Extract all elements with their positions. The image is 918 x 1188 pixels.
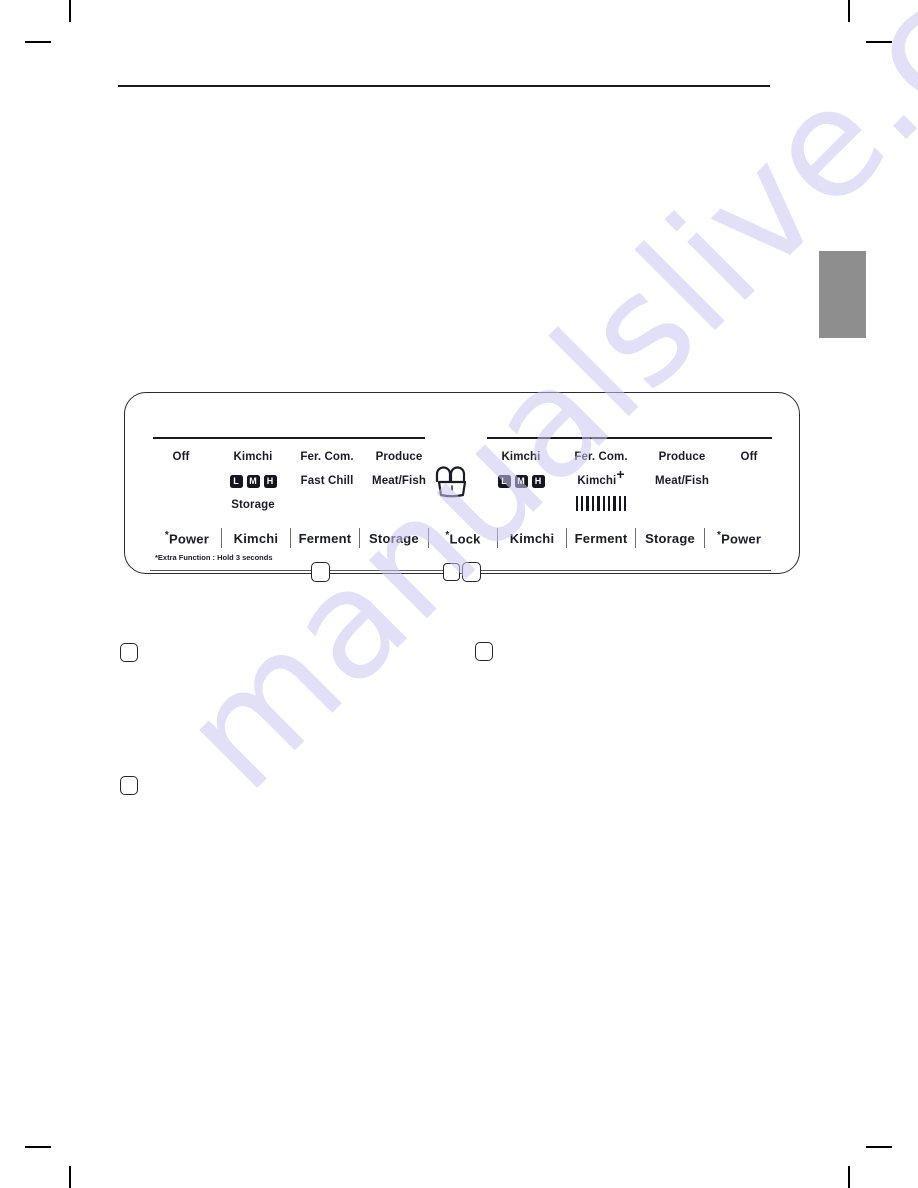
left-label-fer-com: Fer. Com. [300, 451, 354, 463]
gauge-segment [607, 495, 611, 511]
right-display-rule [487, 437, 772, 439]
left-label-off: Off [172, 451, 190, 463]
unlocked-padlock-icon [431, 459, 473, 499]
left-badge-high: H [263, 474, 277, 488]
gauge-segment [591, 495, 595, 511]
right-badge-medium: M [514, 474, 528, 488]
gauge-segment [586, 495, 589, 511]
left-label-meat-fish: Meat/Fish [372, 475, 426, 487]
right-label-kimchi-plus: Kimchi+ [559, 466, 643, 493]
leader-line-right [479, 570, 771, 572]
gauge-segment [624, 495, 627, 511]
button-label: Kimchi [233, 530, 279, 546]
callout-marker-5[interactable] [475, 642, 493, 661]
right-label-off: Off [740, 451, 758, 463]
crop-mark-bottom-left [69, 1166, 71, 1188]
button-label: Power [721, 531, 762, 547]
left-display-col-off: Off [149, 445, 213, 469]
callout-marker-2[interactable] [443, 563, 460, 581]
button-label: Kimchi [509, 530, 555, 546]
callout-marker-1[interactable] [311, 562, 330, 582]
callout-marker-3[interactable] [462, 562, 481, 582]
right-label-produce: Produce [658, 451, 706, 463]
left-display-rule [153, 437, 425, 439]
leader-line-center [326, 570, 444, 572]
left-label-fast-chill: Fast Chill [300, 475, 354, 487]
left-display-col-kimchi: Kimchi L M H Storage [215, 445, 291, 517]
gauge-segment [602, 495, 605, 511]
gauge-segment [580, 495, 584, 511]
crop-mark-right-upper [866, 41, 892, 43]
button-power-left[interactable]: *Power [153, 530, 221, 546]
leader-line-left [150, 570, 312, 572]
button-kimchi-left[interactable]: Kimchi [222, 531, 290, 546]
control-panel-diagram: Off Kimchi L M H Storage Fer. Com. Fast … [124, 392, 800, 574]
gauge-segment [618, 495, 622, 511]
extra-function-footnote: *Extra Function : Hold 3 seconds [155, 553, 273, 562]
right-display-col-off: Off [721, 445, 777, 469]
button-label: Storage [369, 530, 419, 546]
left-badge-medium: M [246, 474, 260, 488]
callout-marker-6[interactable] [120, 776, 138, 795]
button-label: Storage [645, 530, 695, 546]
plus-icon: + [616, 466, 625, 482]
right-level-badges: L M H [483, 469, 559, 493]
button-storage-right[interactable]: Storage [636, 531, 704, 546]
page-header-rule [118, 85, 770, 87]
button-label: Ferment [574, 530, 628, 546]
gauge-segment [613, 495, 616, 511]
gauge-segment [597, 495, 600, 511]
button-label: Lock [449, 531, 481, 547]
right-label-fer-com: Fer. Com. [574, 451, 628, 463]
right-label-kimchi-plus-text: Kimchi [577, 475, 617, 487]
right-display-col-produce: Produce Meat/Fish [643, 445, 721, 493]
button-lock-left[interactable]: *Lock [429, 530, 497, 546]
control-panel-button-row: *Power Kimchi Ferment Storage *Lock Kimchi Fer… [153, 525, 773, 551]
crop-mark-left-lower [25, 1146, 51, 1148]
left-label-kimchi: Kimchi [233, 451, 273, 463]
crop-mark-top-right [848, 0, 850, 22]
button-label: Power [168, 531, 209, 547]
gauge-segment [575, 495, 578, 511]
left-badge-low: L [229, 474, 243, 488]
crop-mark-top-left [69, 0, 71, 22]
crop-mark-left-upper [25, 41, 51, 43]
button-kimchi-right[interactable]: Kimchi [498, 531, 566, 546]
right-badge-low: L [497, 474, 511, 488]
left-display-col-produce: Produce Meat/Fish [363, 445, 435, 493]
right-badge-high: H [531, 474, 545, 488]
right-label-kimchi: Kimchi [501, 451, 541, 463]
section-side-tab [819, 251, 866, 338]
button-storage-left[interactable]: Storage [360, 531, 428, 546]
right-display-col-fercom: Fer. Com. Kimchi+ [559, 445, 643, 513]
button-ferment-right[interactable]: Ferment [567, 531, 635, 546]
left-label-produce: Produce [375, 451, 423, 463]
left-level-badges: L M H [215, 469, 291, 493]
watermark-overlay: manualslive.com [0, 0, 918, 1188]
button-ferment-left[interactable]: Ferment [291, 531, 359, 546]
left-label-storage: Storage [231, 499, 275, 511]
button-power-right[interactable]: *Power [705, 530, 773, 546]
callout-marker-4[interactable] [120, 643, 138, 662]
left-display-col-fercom: Fer. Com. Fast Chill [291, 445, 363, 493]
button-label: Ferment [298, 530, 352, 546]
right-display-col-kimchi: Kimchi L M H [483, 445, 559, 493]
crop-mark-bottom-right [848, 1166, 850, 1188]
right-label-meat-fish: Meat/Fish [655, 475, 709, 487]
fermentation-level-gauge [559, 493, 643, 513]
crop-mark-right-lower [866, 1146, 892, 1148]
